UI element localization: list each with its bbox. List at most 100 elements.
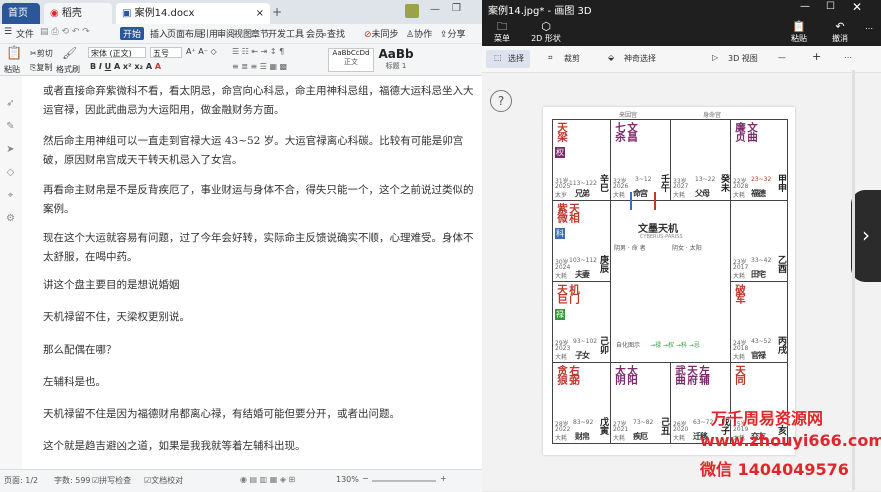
palace-year: 2026 [613, 183, 629, 190]
location-icon[interactable]: ⌖ [5, 190, 16, 201]
help-button[interactable]: ? [490, 90, 512, 112]
palace-sub: 大耗 [613, 435, 626, 442]
magic-select-icon[interactable]: ⬙ [608, 53, 614, 62]
font-name-select[interactable]: 宋体 (正文) [88, 47, 146, 58]
crop-icon[interactable]: ⌗ [548, 53, 553, 63]
style-normal[interactable]: AaBbCcDd 正文 [328, 48, 374, 72]
font-grow-shrink[interactable]: A⁺ A⁻ ◇ [186, 47, 217, 56]
palace-cell-wealth[interactable]: 贪狼 右弼 28岁 2022 大耗 83~92 财帛 戊寅 [552, 362, 611, 444]
palace-cell-spouse[interactable]: 紫微 天相 科 30岁 2024 大耗 103~112 夫妻 庚辰 [552, 200, 611, 282]
palace-year: 2027 [673, 183, 689, 190]
paragraph: 或者直接命弃紫微科不看，看太阴忌，命宫向心科忌，命主用神科忌组，福德大运科忌坐入… [43, 85, 474, 116]
crop-label[interactable]: 裁剪 [564, 53, 580, 64]
menu-start[interactable]: 开始 [120, 27, 145, 40]
share-button[interactable]: ⇪分享 [440, 27, 466, 40]
paragraph: 再看命主财帛是不是反背疾厄了，事业财运与身体不合，得失只能一个，这个之前说过类似… [43, 184, 474, 215]
paste-label[interactable]: 粘贴 [4, 64, 20, 75]
tab-document[interactable]: ▣ 案例14.docx × [116, 3, 270, 24]
palace-cell-health[interactable]: 太阴 太阳 27岁 2021 大耗 73~82 疾厄 己丑 [610, 362, 671, 444]
zoom-in-icon[interactable]: + [812, 50, 821, 63]
font-format-icons[interactable]: B I U A x² x₂ A A [90, 62, 161, 71]
chart-image-canvas[interactable]: 来因宫 身命宫 天梁 权 31岁 2025 太岁 113~122 兄弟 辛巳 七… [543, 107, 795, 455]
magic-select-label[interactable]: 神奇选择 [624, 53, 656, 64]
palace-cell-children[interactable]: 天巨 机门 禄 29岁 2023 大耗 93~102 子女 己卯 [552, 281, 611, 363]
palace-cell-career[interactable]: 破军 24岁 2018 大耗 43~52 官禄 丙戌 [730, 281, 788, 363]
palace-cell-parents[interactable]: 33岁 2027 大耗 13~22 父母 癸未 [670, 119, 731, 201]
palace-cell-fortune[interactable]: 廉贞 文曲 22岁 2028 大耗 23~32 福德 甲申 [730, 119, 788, 201]
more-icon[interactable]: ⋯ [862, 24, 876, 33]
paste-icon[interactable]: 📋 [6, 46, 22, 61]
menu-dev-tools[interactable]: 开发工具 [268, 27, 304, 40]
settings-icon[interactable]: ⚙ [5, 213, 16, 224]
new-tab-icon[interactable]: + [272, 5, 282, 19]
paste-icon: 📋 [792, 20, 806, 33]
format-painter-label[interactable]: 格式刷 [56, 64, 80, 75]
format-painter-icon[interactable]: 🖌 [62, 46, 77, 60]
sync-button[interactable]: ⊘未同步 [364, 27, 399, 40]
menu-page-layout[interactable]: 页面布局 [167, 27, 203, 40]
zoom-slider[interactable] [372, 480, 436, 482]
maximize-icon[interactable]: ☐ [826, 1, 835, 12]
menu-chapter[interactable]: 章节 [251, 27, 269, 40]
undo-button[interactable]: ↶ 撤消 [828, 20, 852, 44]
menu-button[interactable]: 🗀 菜单 [490, 20, 514, 44]
page-count[interactable]: 页面: 1/2 [4, 475, 38, 486]
zoom-out-icon[interactable]: − [362, 474, 369, 483]
shapes-2d-button[interactable]: ⬡ 2D 形状 [526, 20, 566, 44]
paste-button[interactable]: 📋 粘贴 [788, 20, 810, 44]
menu-reference[interactable]: 引用 [200, 27, 218, 40]
tab-docer[interactable]: ◉ 稻壳 [44, 3, 112, 24]
collab-button[interactable]: ♙协作 [406, 27, 432, 40]
view-mode-icons[interactable]: ◉ ▤ ▥ ▦ ◈ ⊞ [240, 475, 295, 484]
star-name: 贪狼 [556, 365, 568, 384]
palace-cell-life[interactable]: 七杀 文昌 32岁 2026 大耗 3~12 命宫 壬午 [610, 119, 671, 201]
quick-access-icons[interactable]: ▤ ⎙ ⟲ ↶ ↷ [40, 27, 90, 37]
zoom-level[interactable]: 130% [336, 475, 359, 484]
spell-check-toggle[interactable]: ☑拼写检查 [92, 475, 131, 486]
more-icon[interactable]: ⋯ [844, 53, 852, 62]
wps-status-bar: 页面: 1/2 字数: 599 ☑拼写检查 ☑文档校对 ◉ ▤ ▥ ▦ ◈ ⊞ … [0, 469, 482, 492]
view-3d-label[interactable]: 3D 视图 [728, 53, 758, 64]
shapes-icon[interactable]: ◇ [5, 167, 16, 178]
zoom-out-icon[interactable]: — [778, 53, 786, 62]
close-icon[interactable]: ✕ [852, 0, 862, 14]
menu-review[interactable]: 审阅 [217, 27, 235, 40]
document-body[interactable]: 或者直接命弃紫微科不看，看太阴忌，命宫向心科忌，命主用神科忌组，福德大运科忌坐入… [22, 76, 482, 469]
tab-home[interactable]: 首页 [2, 3, 40, 24]
minimize-icon[interactable]: — [800, 1, 810, 12]
style-normal-preview: AaBbCcDd [332, 49, 370, 57]
palace-ganzhi: 戊寅 [598, 417, 608, 435]
chevron-right-icon[interactable]: › [851, 190, 881, 282]
word-count[interactable]: 字数: 599 [54, 475, 91, 486]
palace-cell-sibling[interactable]: 天梁 权 31岁 2025 太岁 113~122 兄弟 辛巳 [552, 119, 611, 201]
proofread-toggle[interactable]: ☑文档校对 [144, 475, 183, 486]
menu-file[interactable]: 文件 [16, 27, 34, 40]
copy-button[interactable]: ⎘复制 [30, 62, 52, 73]
menu-insert[interactable]: 插入 [150, 27, 168, 40]
zoom-in-icon[interactable]: + [440, 474, 447, 483]
font-size-select[interactable]: 五号 [150, 47, 182, 58]
palace-range: 13~22 [695, 176, 716, 183]
search-label: 查找 [327, 30, 346, 40]
cursor-icon[interactable]: ➤ [5, 144, 16, 155]
minimize-icon[interactable]: — [430, 4, 440, 15]
style-heading-preview: AaBb [378, 47, 414, 61]
tab-docer-label: 稻壳 [61, 8, 82, 19]
star-name: 机门 [568, 284, 580, 303]
palace-cell-property[interactable]: 23岁 2017 大耗 33~42 田宅 乙酉 [730, 200, 788, 282]
list-icons[interactable]: ☰ ☷ ⇤ ⇥ ↕ ¶ [232, 47, 284, 56]
avatar[interactable] [405, 4, 419, 18]
align-icons[interactable]: ≡ ≣ ≡ ☰ ▦ ▩ [232, 62, 287, 71]
navigate-icon[interactable]: ➶ [5, 98, 16, 109]
maximize-icon[interactable]: ❐ [452, 3, 461, 14]
view-3d-icon[interactable]: ▷ [712, 53, 718, 62]
edit-icon[interactable]: ✎ [5, 121, 16, 132]
hamburger-icon[interactable]: ☰ [4, 27, 12, 37]
close-tab-icon[interactable]: × [256, 3, 264, 24]
watermark-line2: www.zhouyi666.com [700, 431, 881, 450]
cut-button[interactable]: ✂剪切 [30, 48, 53, 59]
star-name: 七杀 [614, 122, 626, 141]
search-button[interactable]: ⌕查找 [322, 27, 345, 40]
style-heading1[interactable]: AaBb 标题 1 [374, 47, 418, 71]
menu-view[interactable]: 视图 [234, 27, 252, 40]
